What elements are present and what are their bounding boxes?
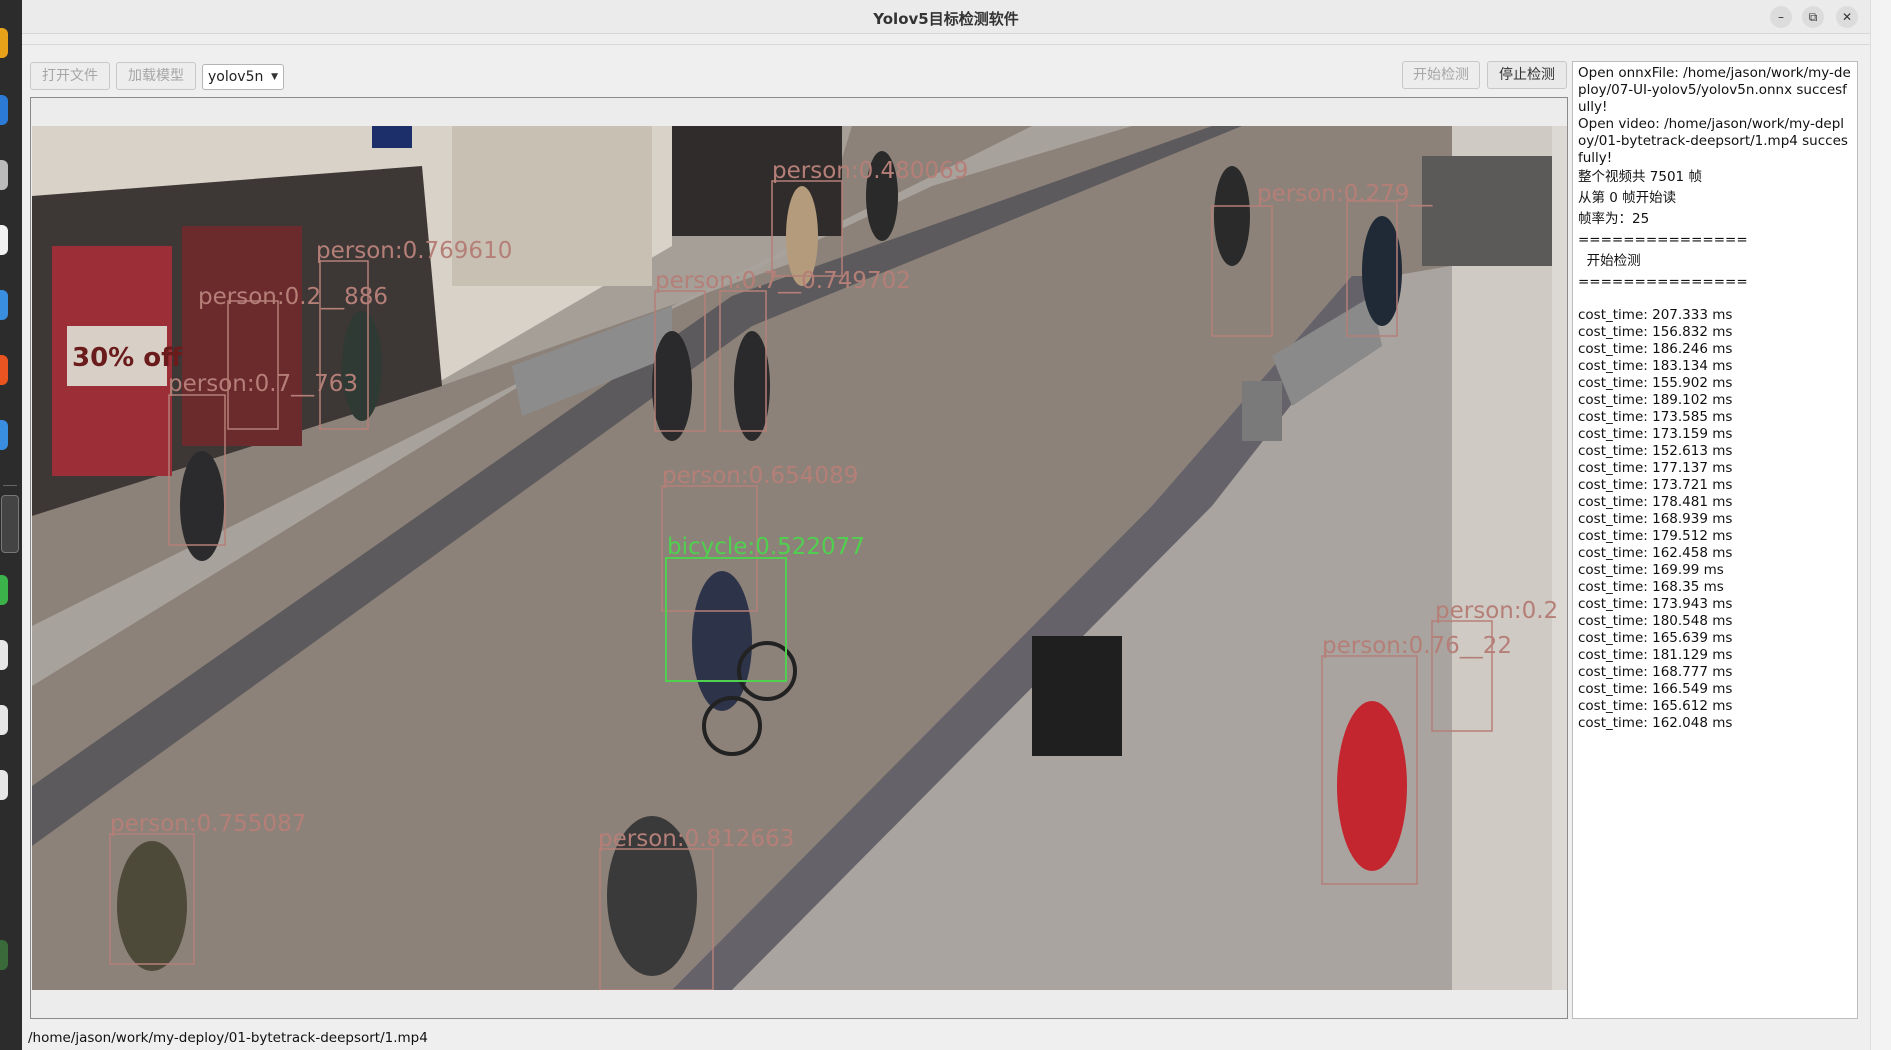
open-file-button[interactable]: 打开文件: [30, 62, 110, 90]
cost-time-line: cost_time: 165.639 ms: [1578, 630, 1733, 646]
dock-app-icon[interactable]: [0, 160, 8, 190]
cost-time-line: cost_time: 186.246 ms: [1578, 341, 1733, 357]
desktop-background-strip: [1870, 0, 1891, 1050]
title-bar[interactable]: Yolov5目标检测软件 – ⧉ ✕: [22, 0, 1870, 34]
cost-time-line: cost_time: 183.134 ms: [1578, 358, 1733, 374]
dock-app-icon[interactable]: [0, 290, 8, 320]
dock-app-icon[interactable]: [0, 770, 8, 800]
log-line: 帧率为：25: [1578, 211, 1650, 227]
dock-active-app[interactable]: [1, 495, 19, 553]
cost-time-line: cost_time: 173.585 ms: [1578, 409, 1733, 425]
dock-app-icon[interactable]: [0, 940, 8, 970]
app-window: Yolov5目标检测软件 – ⧉ ✕ 打开文件 加载模型 yolov5n ▼ 开…: [22, 0, 1870, 1050]
load-model-button[interactable]: 加载模型: [116, 62, 196, 90]
dock-app-icon[interactable]: [0, 355, 8, 385]
cost-time-line: cost_time: 168.939 ms: [1578, 511, 1733, 527]
chevron-down-icon: ▼: [271, 72, 278, 82]
log-line: Open onnxFile: /home/jason/work/my-deplo…: [1578, 65, 1851, 115]
detection-label: person:0.2: [1435, 598, 1558, 624]
dock-separator: [3, 485, 17, 486]
video-scene: 30% off person:0.769610 person:0.2__886 …: [32, 126, 1567, 990]
cost-time-list: cost_time: 207.333 ms cost_time: 156.832…: [1578, 307, 1852, 732]
cost-time-line: cost_time: 181.129 ms: [1578, 647, 1733, 663]
cost-time-line: cost_time: 177.137 ms: [1578, 460, 1733, 476]
log-line: Open video: /home/jason/work/my-deploy/0…: [1578, 116, 1848, 166]
cost-time-line: cost_time: 156.832 ms: [1578, 324, 1733, 340]
cost-time-line: cost_time: 178.481 ms: [1578, 494, 1733, 510]
dock-app-icon[interactable]: [0, 95, 8, 125]
detection-label: person:0.755087: [110, 811, 306, 837]
cost-time-line: cost_time: 179.512 ms: [1578, 528, 1733, 544]
menubar-divider: [22, 44, 1870, 45]
model-select-value: yolov5n: [208, 69, 264, 85]
log-line: 开始检测: [1578, 253, 1641, 269]
detection-label: bicycle:0.522077: [667, 534, 865, 560]
dock-app-icon[interactable]: [0, 575, 8, 605]
cost-time-line: cost_time: 180.548 ms: [1578, 613, 1733, 629]
cost-time-line: cost_time: 162.458 ms: [1578, 545, 1733, 561]
detection-label: person:0.769610: [316, 238, 512, 264]
maximize-button[interactable]: ⧉: [1802, 6, 1824, 28]
detection-label: person:0.2__886: [198, 284, 388, 310]
window-title: Yolov5目标检测软件: [873, 10, 1019, 28]
detection-label: person:0.76__22: [1322, 633, 1512, 659]
dock-app-icon[interactable]: [0, 705, 8, 735]
dock-app-icon[interactable]: [0, 640, 8, 670]
cost-time-line: cost_time: 173.159 ms: [1578, 426, 1733, 442]
storefront-sign: 30% off: [72, 343, 183, 373]
status-bar-path: /home/jason/work/my-deploy/01-bytetrack-…: [28, 1030, 428, 1046]
cost-time-line: cost_time: 207.333 ms: [1578, 307, 1733, 323]
log-gap: [1578, 291, 1852, 307]
detection-label: person:0.654089: [662, 463, 858, 489]
cost-time-line: cost_time: 165.612 ms: [1578, 698, 1733, 714]
minimize-button[interactable]: –: [1770, 6, 1792, 28]
detection-label: person:0.812663: [598, 826, 794, 852]
cost-time-line: cost_time: 189.102 ms: [1578, 392, 1733, 408]
cost-time-line: cost_time: 152.613 ms: [1578, 443, 1733, 459]
cost-time-line: cost_time: 173.943 ms: [1578, 596, 1733, 612]
log-panel[interactable]: Open onnxFile: /home/jason/work/my-deplo…: [1572, 61, 1858, 1019]
close-button[interactable]: ✕: [1836, 6, 1858, 28]
cost-time-line: cost_time: 168.777 ms: [1578, 664, 1733, 680]
log-line: 整个视频共 7501 帧: [1578, 169, 1702, 185]
video-frame-image: 30% off person:0.769610 person:0.2__886 …: [32, 126, 1567, 990]
cost-time-line: cost_time: 168.35 ms: [1578, 579, 1724, 595]
detection-label: person:0.279__: [1257, 181, 1433, 207]
ubuntu-dock: [0, 0, 22, 1050]
cost-time-line: cost_time: 166.549 ms: [1578, 681, 1733, 697]
dock-app-icon[interactable]: [0, 225, 8, 255]
start-detect-button[interactable]: 开始检测: [1402, 61, 1480, 89]
log-line: 从第 0 帧开始读: [1578, 190, 1677, 206]
log-line: ===============: [1578, 232, 1748, 248]
detection-label: person:0.7__763: [168, 371, 358, 397]
cost-time-line: cost_time: 155.902 ms: [1578, 375, 1733, 391]
dock-app-icon[interactable]: [0, 420, 8, 450]
detection-label: person:0.7__0.749702: [655, 268, 911, 294]
model-select[interactable]: yolov5n ▼: [202, 64, 284, 90]
stop-detect-button[interactable]: 停止检测: [1487, 61, 1567, 89]
cost-time-line: cost_time: 173.721 ms: [1578, 477, 1733, 493]
detection-label: person:0.480069: [772, 158, 968, 184]
dock-app-icon[interactable]: [0, 28, 8, 58]
cost-time-line: cost_time: 162.048 ms: [1578, 715, 1733, 731]
log-line: ===============: [1578, 274, 1748, 290]
video-display: 30% off person:0.769610 person:0.2__886 …: [30, 97, 1568, 1019]
cost-time-line: cost_time: 169.99 ms: [1578, 562, 1724, 578]
